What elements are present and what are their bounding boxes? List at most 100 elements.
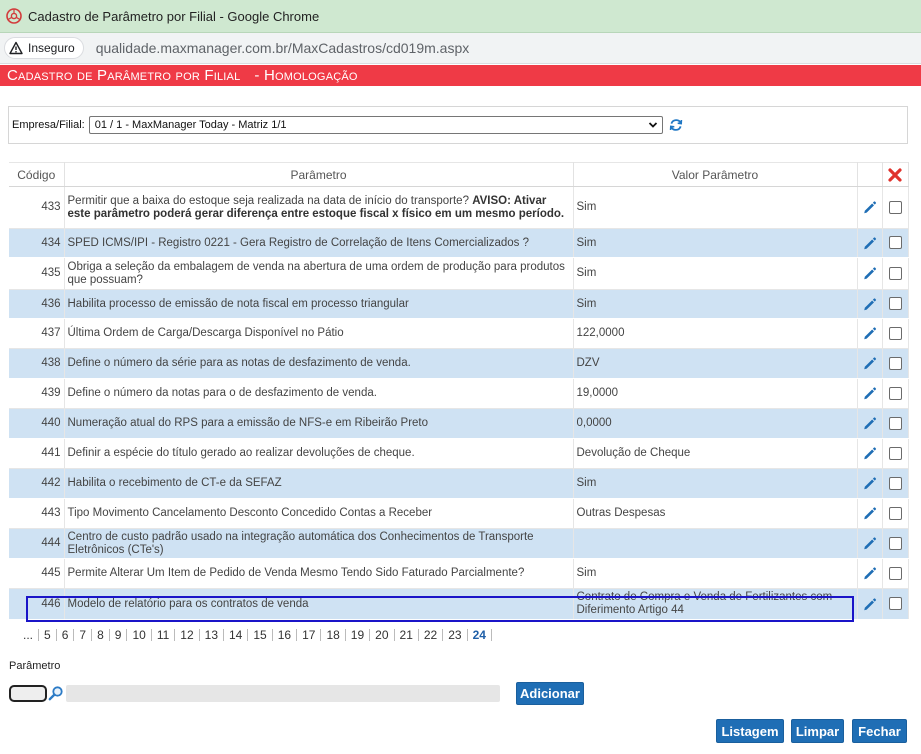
table-row[interactable]: 434 SPED ICMS/IPI - Registro 0221 - Gera … — [9, 228, 909, 258]
pencil-icon[interactable] — [862, 297, 877, 312]
table-row[interactable]: 435 Obriga a seleção da embalagem de vend… — [9, 257, 909, 290]
table-row[interactable]: 440 Numeração atual do RPS para a emissão… — [9, 408, 909, 439]
pencil-icon[interactable] — [862, 506, 877, 521]
cell-edit — [857, 289, 883, 319]
parameter-text: Habilita o recebimento de CT-e da SEFAZ — [67, 477, 282, 489]
cell-edit — [857, 558, 883, 589]
row-checkbox[interactable] — [888, 566, 902, 580]
column-header-edit — [857, 162, 883, 187]
pager-page-link[interactable]: 21 — [395, 629, 419, 641]
clear-button[interactable]: Limpar — [791, 719, 844, 743]
security-indicator[interactable]: Inseguro — [4, 37, 84, 59]
table-row[interactable]: 444 Centro de custo padrão usado na integ… — [9, 528, 909, 559]
cell-code: 442 — [9, 468, 65, 499]
pager-page-link[interactable]: 12 — [175, 629, 200, 641]
pager-page-link[interactable]: 8 — [92, 629, 110, 641]
table-row[interactable]: 436 Habilita processo de emissão de nota … — [9, 289, 909, 319]
parameter-text: Última Ordem de Carga/Descarga Disponíve… — [67, 327, 344, 339]
table-row[interactable]: 439 Define o número da notas para o de de… — [9, 378, 909, 409]
pager-page-link[interactable]: 13 — [200, 629, 224, 641]
pager-page-link[interactable]: 5 — [39, 629, 57, 641]
page-title: Cadastro de Parâmetro por Filial — [7, 67, 241, 84]
parameter-label: Parâmetro — [9, 660, 61, 672]
pager-page-link[interactable]: 16 — [273, 629, 298, 641]
parameter-text: Numeração atual do RPS para a emissão de… — [67, 417, 429, 429]
pager-page-link[interactable]: 6 — [57, 629, 75, 641]
cell-value: Sim — [573, 558, 858, 589]
pager-ellipsis[interactable]: ... — [18, 629, 40, 641]
pager-page-link[interactable]: 9 — [110, 629, 128, 641]
pager-page-link[interactable]: 11 — [152, 629, 176, 641]
table-row[interactable]: 443 Tipo Movimento Cancelamento Desconto … — [9, 498, 909, 529]
row-checkbox[interactable] — [888, 266, 902, 280]
pager-page-link[interactable]: 22 — [419, 629, 444, 641]
pencil-icon[interactable] — [862, 326, 877, 341]
row-checkbox[interactable] — [888, 446, 902, 460]
row-checkbox[interactable] — [888, 236, 902, 250]
pencil-icon[interactable] — [862, 476, 877, 491]
cell-edit — [857, 228, 883, 258]
cell-value: DZV — [573, 348, 858, 379]
cell-value: 19,0000 — [573, 378, 858, 409]
url-field[interactable]: qualidade.maxmanager.com.br/MaxCadastros… — [96, 40, 470, 56]
pencil-icon[interactable] — [862, 200, 877, 215]
table-row[interactable]: 446 Modelo de relatório para os contratos… — [9, 588, 909, 620]
pencil-icon[interactable] — [862, 536, 877, 551]
row-checkbox[interactable] — [888, 200, 902, 214]
pager-page-link[interactable]: 14 — [224, 629, 249, 641]
pager-page-link[interactable]: 17 — [297, 629, 322, 641]
delete-icon[interactable] — [888, 168, 902, 182]
cell-code: 446 — [9, 588, 65, 620]
pencil-icon[interactable] — [862, 566, 877, 581]
close-button[interactable]: Fechar — [852, 719, 907, 743]
table-row[interactable]: 438 Define o número da série para as nota… — [9, 348, 909, 379]
environment-label: - Homologação — [254, 67, 358, 84]
table-row[interactable]: 441 Definir a espécie do título gerado ao… — [9, 438, 909, 469]
search-icon[interactable] — [48, 685, 64, 701]
column-header-value[interactable]: Valor Parâmetro — [573, 162, 858, 187]
refresh-icon[interactable] — [669, 118, 683, 132]
column-header-parameter[interactable]: Parâmetro — [64, 162, 574, 187]
cell-select — [882, 228, 909, 258]
parameter-text: Centro de custo padrão usado na integraç… — [67, 530, 534, 556]
row-checkbox[interactable] — [888, 297, 902, 311]
pager-page-link[interactable]: 20 — [370, 629, 395, 641]
table-row[interactable]: 445 Permite Alterar Um Item de Pedido de … — [9, 558, 909, 589]
parameter-code-input[interactable] — [9, 685, 47, 702]
table-row[interactable]: 442 Habilita o recebimento de CT-e da SEF… — [9, 468, 909, 499]
pager-page-link[interactable]: 23 — [443, 629, 468, 641]
cell-value — [573, 528, 858, 559]
row-checkbox[interactable] — [888, 386, 902, 400]
pager-page-link[interactable]: 19 — [346, 629, 371, 641]
pencil-icon[interactable] — [862, 416, 877, 431]
column-header-code[interactable]: Código — [9, 162, 65, 187]
row-checkbox[interactable] — [888, 416, 902, 430]
row-checkbox[interactable] — [888, 476, 902, 490]
row-checkbox[interactable] — [888, 506, 902, 520]
browser-titlebar: Cadastro de Parâmetro por Filial - Googl… — [0, 0, 921, 33]
pencil-icon[interactable] — [862, 446, 877, 461]
pager-page-link[interactable]: 18 — [321, 629, 346, 641]
table-row[interactable]: 433 Permitir que a baixa do estoque seja … — [9, 186, 909, 229]
add-button[interactable]: Adicionar — [516, 682, 584, 705]
pencil-icon[interactable] — [862, 597, 877, 612]
pencil-icon[interactable] — [862, 386, 877, 401]
row-checkbox[interactable] — [888, 597, 902, 611]
row-checkbox[interactable] — [888, 356, 902, 370]
parameter-text: Habilita processo de emissão de nota fis… — [67, 297, 409, 310]
pencil-icon[interactable] — [862, 236, 877, 251]
pencil-icon[interactable] — [862, 356, 877, 371]
cell-parameter: Define o número da série para as notas d… — [64, 348, 574, 379]
row-checkbox[interactable] — [888, 536, 902, 550]
cell-select — [882, 289, 909, 319]
pencil-icon[interactable] — [862, 266, 877, 281]
cell-parameter: Centro de custo padrão usado na integraç… — [64, 528, 574, 559]
table-row[interactable]: 437 Última Ordem de Carga/Descarga Dispon… — [9, 318, 909, 349]
list-button[interactable]: Listagem — [716, 719, 784, 743]
company-branch-select[interactable]: 01 / 1 - MaxManager Today - Matriz 1/1 — [88, 116, 663, 134]
warning-icon — [9, 41, 23, 55]
row-checkbox[interactable] — [888, 326, 902, 340]
pager-page-link[interactable]: 7 — [74, 629, 93, 641]
pager-page-link[interactable]: 15 — [248, 629, 273, 641]
pager-page-link[interactable]: 10 — [127, 629, 152, 641]
